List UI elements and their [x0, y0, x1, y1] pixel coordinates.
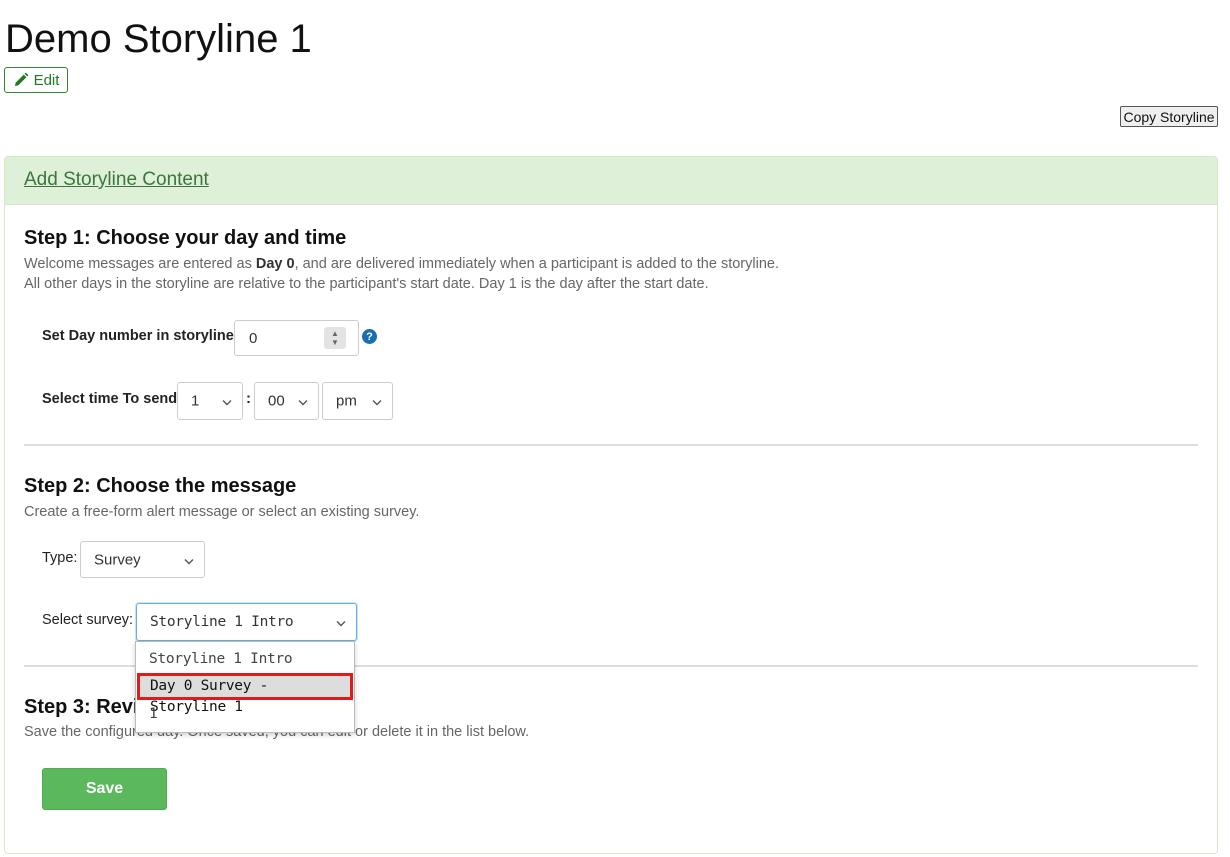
- page-title: Demo Storyline 1: [5, 17, 312, 61]
- day-number-label: Set Day number in storyline:: [42, 328, 239, 344]
- divider: [24, 444, 1198, 446]
- save-button[interactable]: Save: [42, 768, 167, 810]
- step1-desc-text: Welcome messages are entered as: [24, 256, 256, 272]
- add-storyline-content-link[interactable]: Add Storyline Content: [24, 169, 209, 190]
- type-select[interactable]: Survey: [80, 541, 205, 578]
- panel-header: Add Storyline Content: [5, 157, 1217, 205]
- hour-value: 1: [191, 392, 200, 410]
- ampm-select[interactable]: pm: [322, 382, 393, 420]
- day-number-input[interactable]: 0 ▲ ▼: [234, 320, 359, 356]
- chevron-down-icon: [372, 393, 382, 410]
- help-icon[interactable]: ?: [362, 329, 377, 344]
- step1-desc-text-end: , and are delivered immediately when a p…: [294, 256, 779, 272]
- chevron-down-icon: [222, 393, 232, 410]
- chevron-down-icon: [184, 551, 194, 568]
- time-separator: :: [246, 390, 251, 407]
- step1-description-line1: Welcome messages are entered as Day 0, a…: [24, 254, 779, 274]
- survey-value: Storyline 1 Intro: [150, 614, 294, 630]
- step1-desc-bold: Day 0: [255, 256, 295, 272]
- survey-select[interactable]: Storyline 1 Intro: [136, 603, 357, 641]
- minute-value: 00: [268, 392, 285, 410]
- survey-option[interactable]: 1: [137, 701, 353, 728]
- step1-title: Step 1: Choose your day and time: [24, 227, 347, 249]
- spinner-up-icon[interactable]: ▲: [331, 329, 339, 338]
- edit-button[interactable]: Edit: [4, 67, 68, 93]
- step2-description: Create a free-form alert message or sele…: [24, 504, 420, 520]
- spinner-down-icon[interactable]: ▼: [331, 338, 339, 347]
- step2-title: Step 2: Choose the message: [24, 475, 297, 497]
- type-label: Type:: [42, 550, 78, 566]
- survey-option[interactable]: Storyline 1 Intro: [137, 646, 353, 673]
- number-spinner[interactable]: ▲ ▼: [324, 327, 346, 349]
- time-label: Select time To send:: [42, 391, 182, 407]
- edit-button-label: Edit: [33, 71, 60, 89]
- survey-option-highlighted[interactable]: Day 0 Survey - Storyline 1: [137, 673, 353, 715]
- minute-select[interactable]: 00: [254, 382, 319, 420]
- survey-dropdown-list: Storyline 1 Intro Day 0 Survey - Storyli…: [135, 641, 355, 733]
- ampm-value: pm: [336, 392, 357, 410]
- step1-description-line2: All other days in the storyline are rela…: [24, 276, 709, 292]
- hour-select[interactable]: 1: [177, 382, 243, 420]
- day-number-value: 0: [249, 330, 258, 347]
- select-survey-label: Select survey:: [42, 612, 134, 628]
- copy-storyline-button[interactable]: Copy Storyline: [1120, 106, 1218, 127]
- type-value: Survey: [94, 551, 141, 568]
- pencil-icon: [13, 72, 29, 88]
- chevron-down-icon: [298, 393, 308, 410]
- chevron-down-icon: [336, 614, 346, 631]
